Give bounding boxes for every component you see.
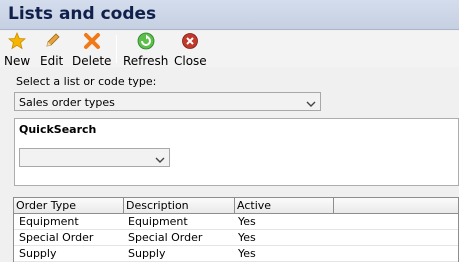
delete-label: Delete xyxy=(72,54,112,68)
list-type-select[interactable]: Sales order types xyxy=(14,92,321,111)
cell-description: Supply xyxy=(128,247,166,260)
cell-active: Yes xyxy=(238,247,256,260)
toolbar-separator xyxy=(116,35,117,63)
list-type-label: Select a list or code type: xyxy=(16,75,157,88)
cell-order-type: Special Order xyxy=(19,231,94,244)
title-bar: Lists and codes xyxy=(0,0,459,30)
column-header-description[interactable]: Description xyxy=(124,198,235,213)
refresh-label: Refresh xyxy=(123,54,169,68)
cell-description: Special Order xyxy=(128,231,203,244)
codes-grid: Order Type Description Active Equipment … xyxy=(13,197,459,262)
new-button[interactable]: New xyxy=(4,31,31,68)
cell-active: Yes xyxy=(238,215,256,228)
cell-order-type: Supply xyxy=(19,247,57,260)
quicksearch-select[interactable] xyxy=(19,148,170,167)
table-row[interactable]: Supply Supply Yes xyxy=(14,246,458,262)
chevron-down-icon xyxy=(306,98,316,107)
new-label: New xyxy=(4,54,31,68)
quicksearch-title: QuickSearch xyxy=(19,123,97,136)
window-title: Lists and codes xyxy=(8,4,157,24)
cell-order-type: Equipment xyxy=(19,215,79,228)
table-row[interactable]: Special Order Special Order Yes xyxy=(14,230,458,246)
cell-description: Equipment xyxy=(128,215,188,228)
delete-button[interactable]: Delete xyxy=(72,32,112,68)
close-label: Close xyxy=(174,54,207,68)
x-icon xyxy=(83,32,101,53)
list-type-value: Sales order types xyxy=(19,96,115,109)
cell-active: Yes xyxy=(238,231,256,244)
star-icon xyxy=(8,31,27,53)
pencil-icon xyxy=(43,32,61,53)
close-button[interactable]: Close xyxy=(174,32,207,68)
column-header-order-type[interactable]: Order Type xyxy=(14,198,124,213)
refresh-button[interactable]: Refresh xyxy=(123,32,169,68)
column-header-active[interactable]: Active xyxy=(235,198,334,213)
grid-header: Order Type Description Active xyxy=(14,198,458,214)
chevron-down-icon xyxy=(155,154,165,163)
table-row[interactable]: Equipment Equipment Yes xyxy=(14,214,458,230)
edit-button[interactable]: Edit xyxy=(40,32,64,68)
quicksearch-panel: QuickSearch xyxy=(14,118,459,186)
refresh-icon xyxy=(137,32,155,53)
toolbar: New Edit Delete Refresh Close xyxy=(0,31,459,68)
close-circle-icon xyxy=(181,32,199,53)
edit-label: Edit xyxy=(40,54,64,68)
